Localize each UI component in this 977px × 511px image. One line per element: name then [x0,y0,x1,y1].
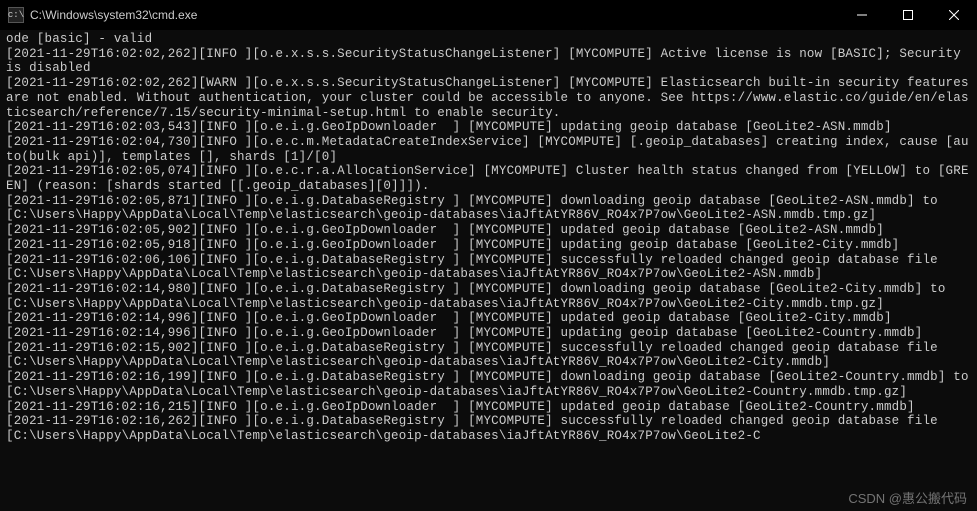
maximize-button[interactable] [885,0,931,30]
window-title: C:\Windows\system32\cmd.exe [30,8,197,22]
cmd-icon: c:\ [8,7,24,23]
minimize-button[interactable] [839,0,885,30]
title-bar[interactable]: c:\ C:\Windows\system32\cmd.exe [0,0,977,30]
watermark: CSDN @惠公搬代码 [848,488,967,507]
window-controls [839,0,977,30]
close-button[interactable] [931,0,977,30]
terminal-output[interactable]: ode [basic] - valid [2021-11-29T16:02:02… [0,30,977,446]
